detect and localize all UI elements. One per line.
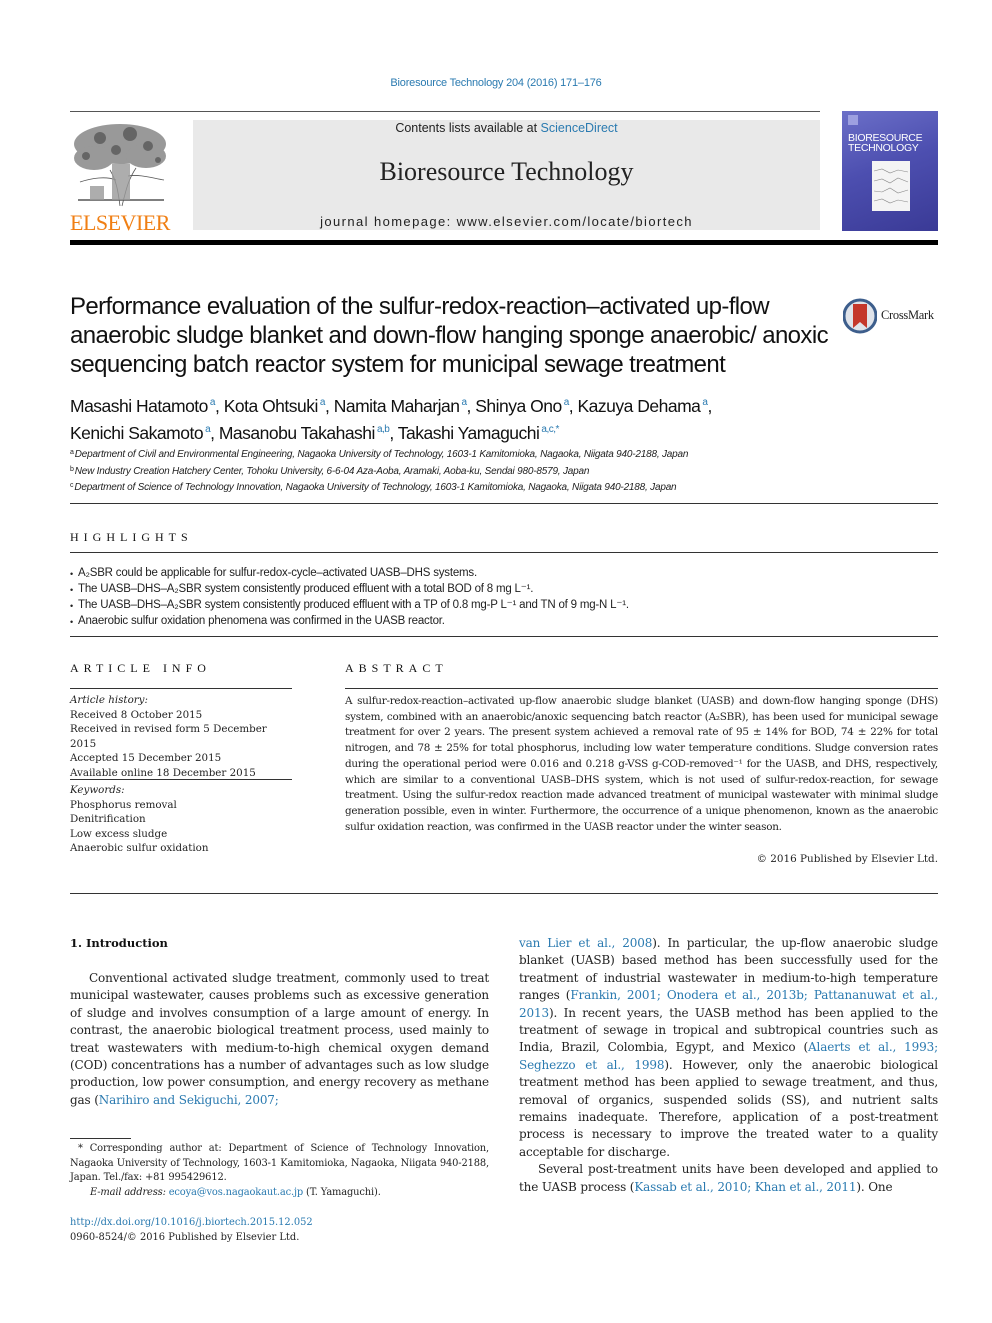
keywords-label: Keywords: — [70, 784, 125, 796]
homepage-link[interactable]: www.elsevier.com/locate/biortech — [457, 214, 693, 229]
abstract-text: A sulfur-redox-reaction–activated up-flo… — [345, 695, 938, 833]
elsevier-tree-icon — [74, 124, 166, 207]
author[interactable]: Kota Ohtsuki a, — [224, 396, 334, 416]
cover-figure-lines-icon — [873, 168, 909, 204]
history-item: Received 8 October 2015 — [70, 708, 203, 721]
contents-prefix: Contents lists available at — [395, 121, 541, 135]
article-info-heading: ARTICLE INFO — [70, 661, 211, 675]
intro-left-column: Conventional activated sludge treatment,… — [70, 970, 489, 1109]
cover-title-line2: TECHNOLOGY — [848, 142, 919, 154]
cover-publisher-badge — [848, 115, 858, 125]
author-affiliation-sup[interactable]: a,b — [377, 424, 390, 435]
issn-line: 0960-8524/© 2016 Published by Elsevier L… — [70, 1231, 300, 1243]
highlight-item: Anaerobic sulfur oxidation phenomena was… — [70, 613, 930, 630]
journal-homepage-line: journal homepage: www.elsevier.com/locat… — [193, 214, 820, 229]
email-line: E-mail address: ecoya@vos.nagaokaut.ac.j… — [90, 1186, 381, 1198]
keywords: Keywords: Phosphorus removal Denitrifica… — [70, 783, 292, 856]
homepage-label: journal homepage: — [320, 214, 457, 229]
elsevier-wordmark: ELSEVIER — [70, 210, 170, 235]
email-link[interactable]: ecoya@vos.nagaokaut.ac.jp — [169, 1187, 303, 1198]
article-history-label: Article history: — [70, 694, 148, 706]
corresponding-author-footnote: * Corresponding author at: Department of… — [70, 1142, 489, 1200]
affiliation: cDepartment of Science of Technology Inn… — [70, 482, 677, 493]
crossmark-button[interactable]: CrossMark — [842, 298, 943, 334]
author[interactable]: Shinya Ono a, — [475, 396, 577, 416]
introduction-heading: 1. Introduction — [70, 936, 168, 950]
journal-cover-thumbnail[interactable]: BIORESOURCE TECHNOLOGY — [842, 111, 938, 231]
divider — [70, 779, 292, 780]
keyword[interactable]: Denitrification — [70, 812, 292, 827]
author[interactable]: Kazuya Dehama a, — [578, 396, 713, 416]
author[interactable]: Masashi Hatamoto a, — [70, 396, 224, 416]
header-top-rule — [70, 111, 820, 112]
header-thick-rule — [70, 240, 938, 245]
intro-right-column: van Lier et al., 2008). In particular, t… — [519, 935, 938, 1196]
author[interactable]: Kenichi Sakamoto a, — [70, 423, 219, 443]
history-item: Available online 18 December 2015 — [70, 766, 256, 779]
intro-paragraph: Conventional activated sludge treatment,… — [70, 971, 489, 1107]
reference-link[interactable]: Kassab et al., 2010; Khan et al., 2011 — [634, 1180, 856, 1194]
highlight-item: The UASB–DHS–A₂SBR system consistently p… — [70, 581, 930, 598]
highlights-list: A₂SBR could be applicable for sulfur-red… — [70, 565, 930, 630]
affiliation-list: aDepartment of Civil and Environmental E… — [70, 446, 890, 496]
divider — [70, 688, 292, 689]
abstract-copyright: © 2016 Published by Elsevier Ltd. — [756, 853, 938, 865]
keyword[interactable]: Phosphorus removal — [70, 798, 292, 813]
divider — [70, 552, 938, 553]
journal-header-band: Contents lists available at ScienceDirec… — [193, 120, 820, 230]
reference-link[interactable]: van Lier et al., 2008 — [519, 936, 652, 950]
intro-paragraph: Several post-treatment units have been d… — [519, 1162, 938, 1194]
article-title: Performance evaluation of the sulfur-red… — [70, 293, 829, 378]
reference-link[interactable]: Narihiro and Sekiguchi, 2007; — [99, 1093, 279, 1107]
article-history: Article history: Received 8 October 2015… — [70, 693, 292, 780]
divider — [345, 688, 938, 689]
corresponding-author-text: * Corresponding author at: Department of… — [70, 1143, 489, 1183]
footnote-rule — [70, 1138, 131, 1139]
history-item: Received in revised form 5 December 2015 — [70, 723, 267, 750]
doi-link[interactable]: http://dx.doi.org/10.1016/j.biortech.201… — [70, 1217, 313, 1228]
author-list: Masashi Hatamoto a, Kota Ohtsuki a, Namita… — [70, 391, 870, 445]
author-corresponding[interactable]: Takashi Yamaguchi a,c,* — [398, 423, 560, 443]
highlights-heading: HIGHLIGHTS — [70, 530, 193, 544]
highlight-item: The UASB–DHS–A₂SBR system consistently p… — [70, 597, 930, 614]
cover-title: BIORESOURCE TECHNOLOGY — [848, 133, 934, 154]
doi-block: http://dx.doi.org/10.1016/j.biortech.201… — [70, 1216, 313, 1245]
intro-paragraph-continued: van Lier et al., 2008). In particular, t… — [519, 936, 939, 1159]
affiliation: aDepartment of Civil and Environmental E… — [70, 449, 689, 460]
crossmark-icon — [842, 298, 878, 334]
highlight-item: A₂SBR could be applicable for sulfur-red… — [70, 565, 930, 582]
sciencedirect-link[interactable]: ScienceDirect — [541, 121, 618, 135]
cover-figure — [872, 161, 910, 211]
journal-name: Bioresource Technology — [379, 157, 634, 186]
divider — [70, 893, 938, 894]
keyword[interactable]: Low excess sludge — [70, 827, 292, 842]
keyword[interactable]: Anaerobic sulfur oxidation — [70, 841, 292, 856]
affiliation: bNew Industry Creation Hatchery Center, … — [70, 465, 590, 477]
author[interactable]: Masanobu Takahashi a,b, — [219, 423, 398, 443]
divider — [70, 503, 938, 504]
history-item: Accepted 15 December 2015 — [70, 752, 222, 764]
contents-available-line: Contents lists available at ScienceDirec… — [193, 121, 820, 135]
author[interactable]: Namita Maharjan a, — [334, 396, 476, 416]
elsevier-logo[interactable]: ELSEVIER — [70, 120, 170, 235]
journal-citation-link[interactable]: Bioresource Technology 204 (2016) 171–17… — [0, 77, 992, 89]
crossmark-label: CrossMark — [881, 308, 934, 322]
author-affiliation-sup[interactable]: a,c,* — [541, 424, 559, 435]
abstract-heading: ABSTRACT — [345, 661, 448, 675]
divider — [70, 636, 938, 637]
